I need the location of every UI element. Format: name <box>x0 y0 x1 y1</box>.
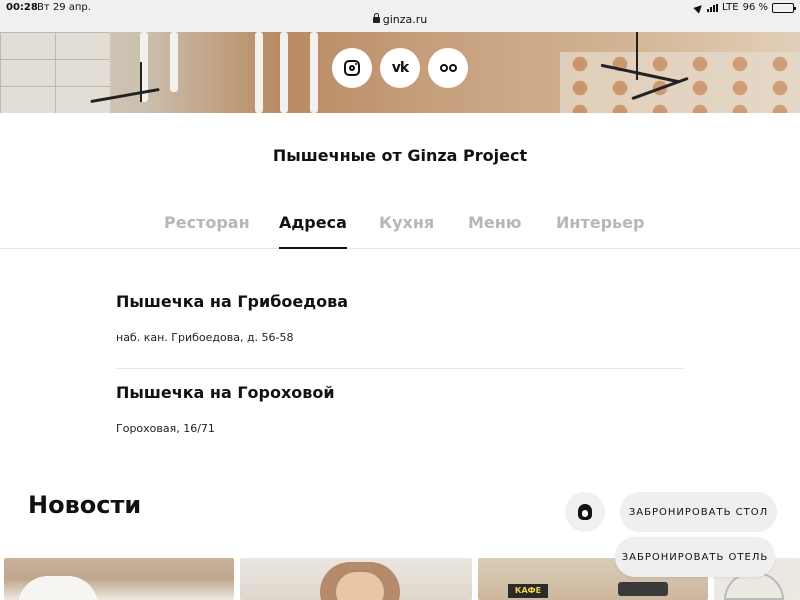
tab-addresses[interactable]: Адреса <box>279 213 347 249</box>
tripadvisor-button[interactable] <box>428 48 468 88</box>
battery-percent: 96 % <box>742 2 768 13</box>
chair-rod <box>310 32 318 113</box>
book-hotel-button[interactable]: ЗАБРОНИРОВАТЬ ОТЕЛЬ <box>615 537 775 577</box>
tab-bar: Ресторан Адреса Кухня Меню Интерьер <box>0 213 800 249</box>
battery-icon <box>772 2 796 13</box>
news-card[interactable] <box>240 558 472 600</box>
cafe-sign: КАФЕ <box>508 584 548 598</box>
tab-interior[interactable]: Интерьер <box>556 213 644 232</box>
chat-avatar-icon <box>578 504 592 520</box>
signal-icon <box>706 3 718 12</box>
address-item: Пышечка на Грибоедова наб. кан. Грибоедо… <box>116 292 684 344</box>
chair-rod <box>255 32 263 113</box>
location-arrow-icon <box>693 1 705 14</box>
chair-leg <box>636 32 638 80</box>
vk-button[interactable]: vk <box>380 48 420 88</box>
news-heading: Новости <box>28 491 142 519</box>
tab-menu[interactable]: Меню <box>468 213 521 232</box>
address-name[interactable]: Пышечка на Гороховой <box>116 383 684 402</box>
shop-sign-image <box>618 582 668 596</box>
chair-rod <box>280 32 288 113</box>
tab-restaurant[interactable]: Ресторан <box>164 213 250 232</box>
instagram-icon <box>344 60 360 76</box>
page-title: Пышечные от Ginza Project <box>272 146 528 165</box>
status-time: 00:28 <box>6 2 38 13</box>
cup-image <box>18 576 98 600</box>
tab-cuisine[interactable]: Кухня <box>379 213 434 232</box>
status-indicators: LTE 96 % <box>693 1 796 14</box>
chat-button[interactable] <box>565 492 605 532</box>
address-bar[interactable]: ginza.ru <box>0 13 800 26</box>
url-text: ginza.ru <box>382 13 428 26</box>
chair-rod <box>170 32 178 92</box>
news-card[interactable] <box>4 558 234 600</box>
address-item: Пышечка на Гороховой Гороховая, 16/71 <box>116 383 684 435</box>
network-type: LTE <box>721 2 739 13</box>
address-name[interactable]: Пышечка на Грибоедова <box>116 292 684 311</box>
instagram-button[interactable] <box>332 48 372 88</box>
vk-icon: vk <box>391 60 409 76</box>
status-date: Вт 29 апр. <box>37 2 91 13</box>
person-face-image <box>336 572 384 600</box>
book-table-button[interactable]: ЗАБРОНИРОВАТЬ СТОЛ <box>620 492 777 532</box>
lock-icon <box>372 13 380 23</box>
tripadvisor-icon <box>439 64 457 72</box>
address-street: Гороховая, 16/71 <box>116 422 215 435</box>
chair-leg <box>140 62 142 102</box>
divider <box>116 368 684 369</box>
status-bar: 00:28 Вт 29 апр. ginza.ru LTE 96 % <box>0 0 800 32</box>
address-street: наб. кан. Грибоедова, д. 56-58 <box>116 331 294 344</box>
